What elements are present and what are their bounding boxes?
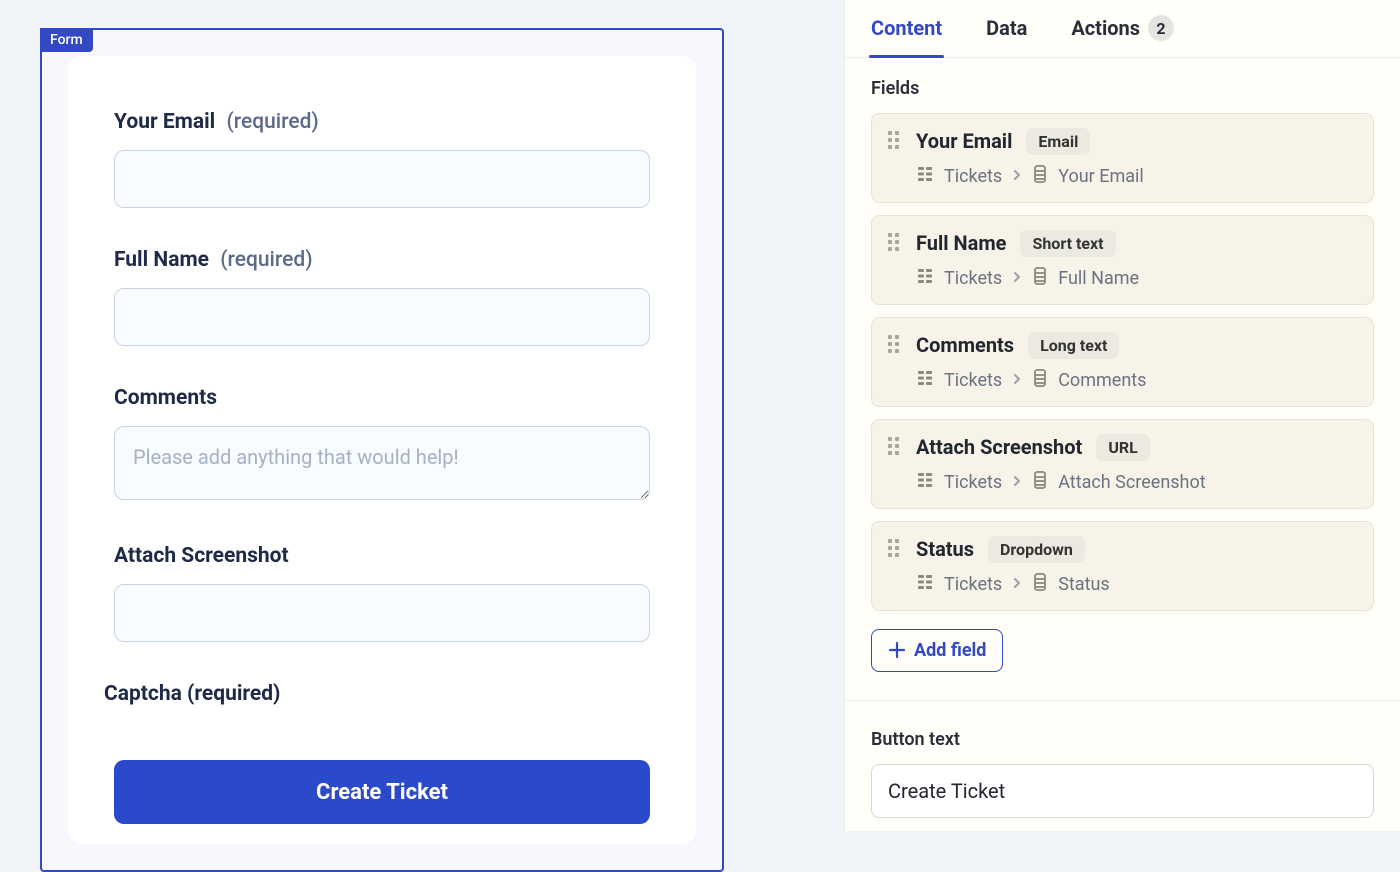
chevron-right-icon [1012, 166, 1022, 187]
tab-content[interactable]: Content [871, 0, 942, 57]
captcha-label: Captcha (required) [104, 682, 650, 706]
comments-textarea[interactable] [114, 426, 650, 500]
field-type-pill: Dropdown [988, 536, 1085, 563]
field-name: Attach Screenshot [916, 435, 1082, 459]
inspector-panel: Content Data Actions 2 Fields Your Email… [844, 0, 1400, 831]
path-column: Attach Screenshot [1058, 472, 1205, 493]
path-column: Your Email [1058, 166, 1144, 187]
plus-icon [888, 641, 906, 659]
drag-handle-icon[interactable] [888, 437, 902, 457]
field-path: Tickets Your Email [916, 165, 1357, 188]
field-comments: Comments [114, 386, 650, 504]
form-preview[interactable]: Form Your Email (required) Full Name (re… [40, 28, 724, 872]
submit-button[interactable]: Create Ticket [114, 760, 650, 824]
field-path: Tickets Attach Screenshot [916, 471, 1357, 494]
required-suffix: (required) [226, 110, 318, 134]
drag-handle-icon[interactable] [888, 131, 902, 151]
form-card: Your Email (required) Full Name (require… [68, 56, 696, 844]
screenshot-input[interactable] [114, 584, 650, 642]
path-column: Status [1058, 574, 1109, 595]
field-path: Tickets Status [916, 573, 1357, 596]
field-row[interactable]: Comments Long text Tickets Comments [871, 317, 1374, 407]
table-icon [916, 369, 934, 392]
field-fullname: Full Name (required) [114, 248, 650, 346]
path-table: Tickets [944, 472, 1002, 493]
field-type-pill: Email [1026, 128, 1090, 155]
add-field-label: Add field [914, 640, 986, 661]
button-text-label: Button text [871, 729, 1374, 750]
field-name: Your Email [916, 129, 1012, 153]
form-tag: Form [40, 28, 93, 52]
required-suffix: (required) [220, 248, 312, 272]
field-email-label-text: Your Email [114, 110, 215, 134]
field-type-pill: Short text [1020, 230, 1115, 257]
chevron-right-icon [1012, 472, 1022, 493]
field-path: Tickets Full Name [916, 267, 1357, 290]
table-icon [916, 471, 934, 494]
table-icon [916, 165, 934, 188]
field-email-label: Your Email (required) [114, 110, 650, 134]
field-row[interactable]: Attach Screenshot URL Tickets Attach Screen… [871, 419, 1374, 509]
fullname-input[interactable] [114, 288, 650, 346]
drag-handle-icon[interactable] [888, 539, 902, 559]
tab-actions[interactable]: Actions 2 [1071, 0, 1174, 57]
table-icon [916, 267, 934, 290]
field-row[interactable]: Your Email Email Tickets Your Email [871, 113, 1374, 203]
path-column: Full Name [1058, 268, 1139, 289]
field-comments-label: Comments [114, 386, 650, 410]
tab-actions-label: Actions [1071, 16, 1140, 40]
field-screenshot-label: Attach Screenshot [114, 544, 650, 568]
column-icon [1032, 165, 1048, 188]
field-name: Full Name [916, 231, 1006, 255]
tab-data[interactable]: Data [986, 0, 1027, 57]
field-name: Status [916, 537, 974, 561]
field-type-pill: Long text [1028, 332, 1119, 359]
tabs: Content Data Actions 2 [845, 0, 1400, 58]
drag-handle-icon[interactable] [888, 335, 902, 355]
drag-handle-icon[interactable] [888, 233, 902, 253]
chevron-right-icon [1012, 268, 1022, 289]
path-column: Comments [1058, 370, 1146, 391]
add-field-button[interactable]: Add field [871, 629, 1003, 672]
field-path: Tickets Comments [916, 369, 1357, 392]
column-icon [1032, 573, 1048, 596]
form-canvas: Form Your Email (required) Full Name (re… [0, 0, 844, 831]
field-type-pill: URL [1096, 434, 1149, 461]
fields-section-label: Fields [871, 78, 1374, 99]
inspector-body: Fields Your Email Email Tickets Your Email F… [845, 58, 1400, 832]
fields-list: Your Email Email Tickets Your Email Full Nam… [871, 113, 1374, 611]
actions-badge: 2 [1148, 15, 1174, 41]
table-icon [916, 573, 934, 596]
field-name: Comments [916, 333, 1014, 357]
email-input[interactable] [114, 150, 650, 208]
path-table: Tickets [944, 370, 1002, 391]
field-row[interactable]: Full Name Short text Tickets Full Name [871, 215, 1374, 305]
path-table: Tickets [944, 574, 1002, 595]
path-table: Tickets [944, 166, 1002, 187]
chevron-right-icon [1012, 574, 1022, 595]
field-email: Your Email (required) [114, 110, 650, 208]
column-icon [1032, 369, 1048, 392]
field-screenshot: Attach Screenshot [114, 544, 650, 642]
column-icon [1032, 471, 1048, 494]
path-table: Tickets [944, 268, 1002, 289]
field-row[interactable]: Status Dropdown Tickets Status [871, 521, 1374, 611]
field-fullname-label: Full Name (required) [114, 248, 650, 272]
column-icon [1032, 267, 1048, 290]
button-text-input[interactable] [871, 764, 1374, 818]
chevron-right-icon [1012, 370, 1022, 391]
divider [845, 700, 1400, 701]
field-fullname-label-text: Full Name [114, 248, 209, 272]
